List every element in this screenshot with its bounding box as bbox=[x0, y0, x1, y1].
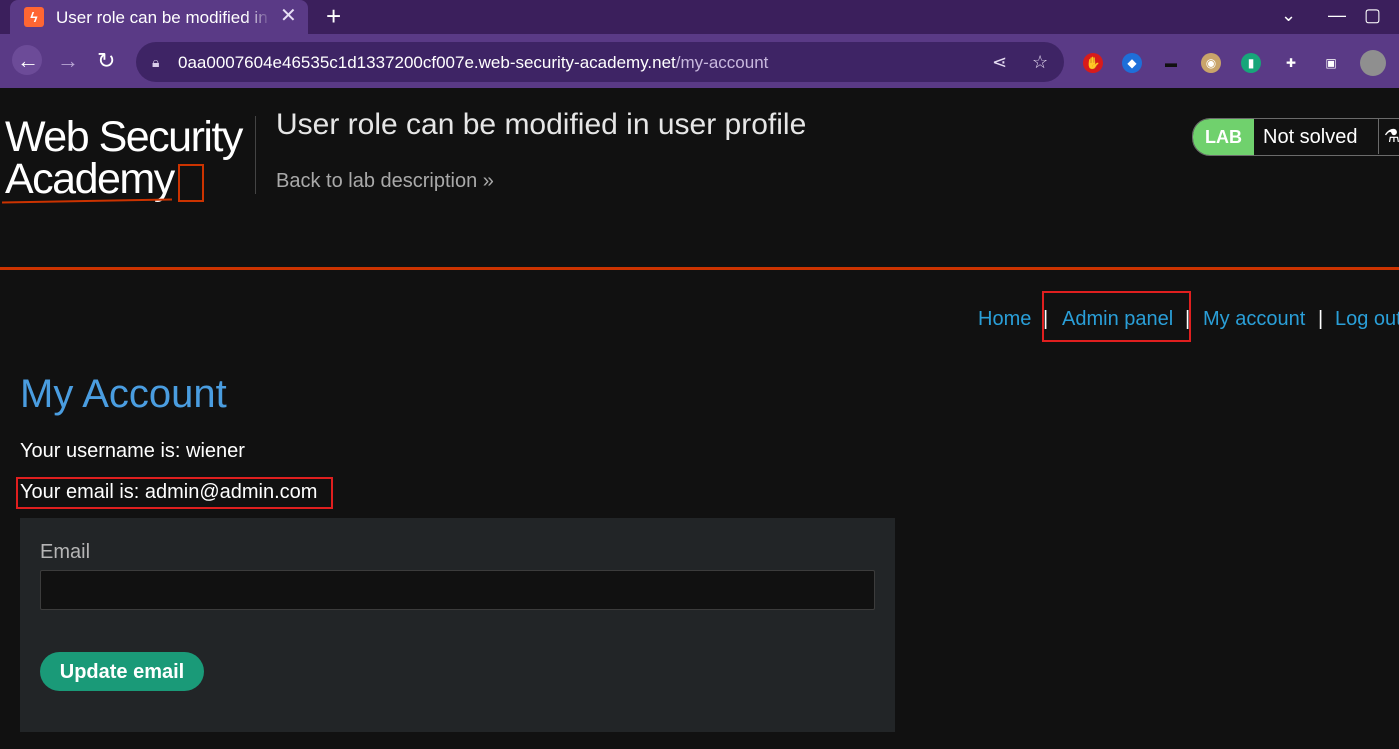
back-arrow-icon[interactable]: ← bbox=[17, 49, 39, 73]
nav-home-link[interactable]: Home bbox=[978, 308, 1031, 331]
username-text: Your username is: wiener bbox=[20, 440, 245, 462]
url-path: /my-account bbox=[675, 53, 769, 72]
maximize-icon[interactable]: ▢ bbox=[1364, 4, 1381, 26]
lab-badge: LAB bbox=[1193, 119, 1254, 155]
puzzle-icon[interactable]: ✚ bbox=[1281, 53, 1301, 73]
browser-tab-bar: ϟ User role can be modified in user prof… bbox=[0, 0, 1399, 34]
nav-separator: | bbox=[1318, 308, 1324, 330]
header-divider-line bbox=[0, 267, 1399, 270]
browser-tab[interactable]: ϟ User role can be modified in user prof… bbox=[10, 0, 308, 34]
lab-title: User role can be modified in user profil… bbox=[276, 108, 807, 141]
tab-title: User role can be modified in user profil… bbox=[56, 8, 271, 27]
nav-my-account-link[interactable]: My account bbox=[1203, 308, 1305, 331]
reload-icon[interactable]: ↻ bbox=[97, 49, 115, 73]
url-host: 0aa0007604e46535c1d1337200cf007e.web-sec… bbox=[178, 53, 676, 72]
url-text[interactable]: 0aa0007604e46535c1d1337200cf007e.web-sec… bbox=[178, 53, 768, 73]
lab-status-widget: LAB Not solved bbox=[1192, 118, 1399, 156]
browser-toolbar: ← → ↻ 🔒︎ 0aa0007604e46535c1d1337200cf007… bbox=[0, 34, 1399, 88]
extension-stop-icon[interactable]: ✋ bbox=[1083, 53, 1103, 73]
lock-icon: 🔒︎ bbox=[152, 54, 160, 70]
sidebar-icon[interactable]: ▣ bbox=[1321, 53, 1341, 73]
nav-log-out-link[interactable]: Log out bbox=[1335, 308, 1399, 331]
avatar[interactable] bbox=[1360, 50, 1386, 76]
lab-favicon-icon: ϟ bbox=[24, 7, 44, 27]
new-tab-button[interactable]: + bbox=[326, 2, 341, 30]
back-to-lab-link[interactable]: Back to lab description » bbox=[276, 170, 494, 193]
extension-green-icon[interactable]: ▮ bbox=[1241, 53, 1261, 73]
update-email-button[interactable]: Update email bbox=[40, 652, 204, 691]
header-divider bbox=[255, 116, 256, 194]
update-email-form: Email Update email bbox=[20, 518, 895, 732]
lab-header: Web Security Academy User role can be mo… bbox=[0, 88, 1399, 268]
extension-blue-icon[interactable]: ◆ bbox=[1122, 53, 1142, 73]
logo-bolt-icon bbox=[177, 164, 204, 202]
page-title: My Account bbox=[20, 372, 227, 416]
tab-close-icon[interactable]: ✕ bbox=[280, 5, 297, 27]
extension-hat-icon[interactable]: ▬ bbox=[1161, 53, 1181, 73]
logo-line2: Academy bbox=[5, 158, 242, 202]
share-icon[interactable]: ⋖ bbox=[992, 52, 1007, 73]
minimize-icon[interactable]: — bbox=[1328, 4, 1346, 26]
double-chevron-icon: » bbox=[482, 170, 494, 192]
web-security-academy-logo[interactable]: Web Security Academy bbox=[5, 113, 243, 202]
lab-status-text: Not solved bbox=[1263, 126, 1358, 148]
admin-panel-highlight-box bbox=[1042, 291, 1191, 342]
chevron-down-icon[interactable]: ⌄ bbox=[1281, 4, 1296, 26]
address-bar[interactable]: 🔒︎ 0aa0007604e46535c1d1337200cf007e.web-… bbox=[136, 42, 1064, 82]
extension-owl-icon[interactable]: ◉ bbox=[1201, 53, 1221, 73]
email-field[interactable] bbox=[40, 570, 875, 610]
email-label: Email bbox=[40, 541, 91, 563]
logo-line1: Web Security bbox=[5, 113, 243, 161]
star-icon[interactable]: ☆ bbox=[1032, 52, 1048, 73]
email-highlight-box bbox=[16, 477, 333, 509]
flask-icon: ⚗ bbox=[1378, 118, 1399, 154]
forward-arrow-icon[interactable]: → bbox=[57, 49, 79, 73]
